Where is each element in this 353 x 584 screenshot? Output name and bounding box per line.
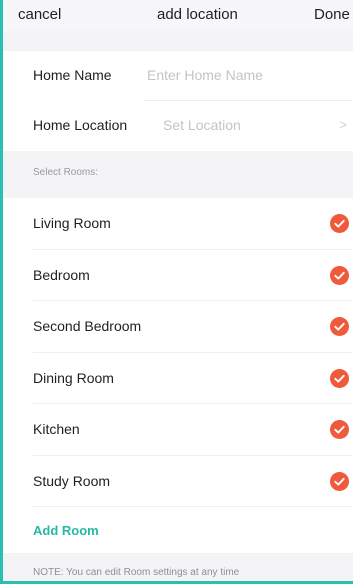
spacer <box>3 31 353 51</box>
room-row[interactable]: Second Bedroom <box>3 301 353 353</box>
check-circle-icon[interactable] <box>330 317 349 336</box>
room-list: Living Room Bedroom Second Bedroom Dining R… <box>3 198 353 507</box>
room-row[interactable]: Dining Room <box>3 353 353 405</box>
home-location-label: Home Location <box>33 117 128 133</box>
room-name: Dining Room <box>33 369 114 386</box>
add-location-screen: cancel add location Done Home Name Enter… <box>0 0 353 584</box>
room-name: Study Room <box>33 472 111 489</box>
note-text: NOTE: You can edit Room settings at any … <box>33 567 240 578</box>
select-rooms-label: Select Rooms: <box>33 167 99 178</box>
room-name: Kitchen <box>33 421 80 437</box>
check-circle-icon[interactable] <box>330 214 349 233</box>
room-name: Living Room <box>33 215 111 231</box>
select-rooms-header: Select Rooms: <box>3 151 353 198</box>
note-footer: NOTE: You can edit Room settings at any … <box>3 553 353 581</box>
home-name-label: Home Name <box>33 67 112 83</box>
check-circle-icon[interactable] <box>330 265 349 285</box>
room-row[interactable]: Living Room <box>3 198 353 250</box>
check-circle-icon[interactable] <box>330 368 349 388</box>
cancel-button[interactable]: cancel <box>18 6 61 23</box>
page-title: add location <box>157 6 238 23</box>
check-circle-icon[interactable] <box>330 420 349 439</box>
home-form: Home Name Enter Home Name Home Location … <box>3 51 353 151</box>
home-location-value[interactable]: Set Location <box>163 117 241 133</box>
room-name: Second Bedroom <box>33 318 142 334</box>
add-room-button[interactable]: Add Room <box>3 507 353 553</box>
check-circle-icon[interactable] <box>330 471 349 491</box>
chevron-right-icon: > <box>339 117 347 132</box>
room-row[interactable]: Study Room <box>3 456 353 508</box>
navigation-bar: cancel add location Done <box>3 0 353 31</box>
done-button[interactable]: Done <box>314 6 350 23</box>
home-name-input[interactable]: Enter Home Name <box>147 67 263 83</box>
room-row[interactable]: Bedroom <box>3 250 353 302</box>
home-location-row[interactable]: Home Location Set Location > <box>3 101 353 151</box>
room-name: Bedroom <box>33 266 90 283</box>
home-name-row[interactable]: Home Name Enter Home Name <box>3 51 353 101</box>
add-room-label: Add Room <box>33 523 99 538</box>
room-row[interactable]: Kitchen <box>3 404 353 456</box>
